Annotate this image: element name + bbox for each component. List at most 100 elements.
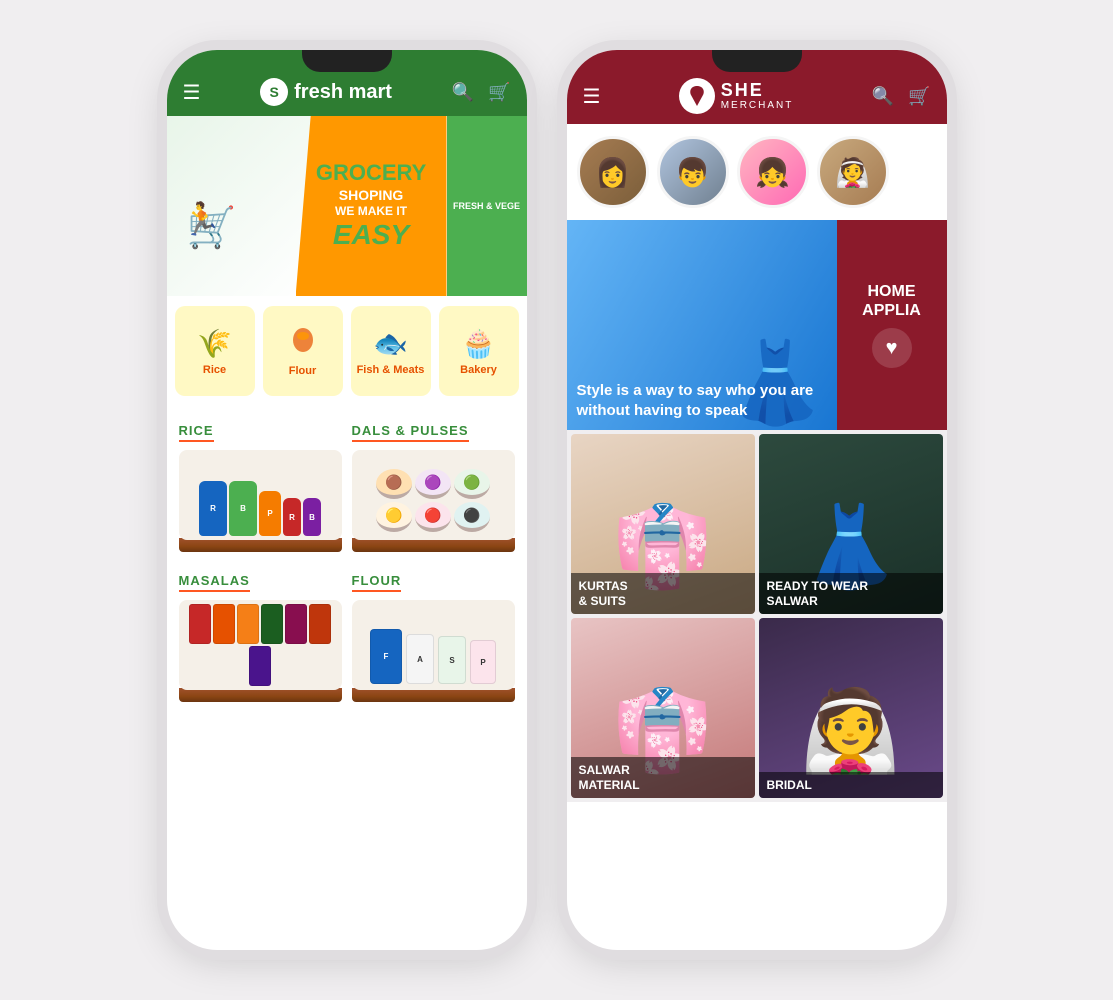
banner-side-text: FRESH & VEGE <box>453 201 520 211</box>
bag-3: P <box>259 491 281 536</box>
category-rice-label: Rice <box>203 364 226 376</box>
masalas-product-img[interactable] <box>179 600 342 690</box>
salwar-label: READY TO WEARSALWAR <box>759 573 943 614</box>
freshmart-body: GROCERY SHOPING WE MAKE IT EASY FRESH & … <box>167 116 527 950</box>
cart-icon[interactable]: 🛒 <box>488 82 510 103</box>
grid-item-kurtas[interactable]: 👘 KURTAS& SUITS <box>571 434 755 614</box>
flour-4: P <box>470 640 496 684</box>
category-bakery[interactable]: 🧁 Bakery <box>439 306 519 396</box>
category-fish-meats[interactable]: 🐟 Fish & Meats <box>351 306 431 396</box>
shemerchant-body: 👩 👦 👧 👰 👗 Style is a way to say who you … <box>567 124 947 950</box>
masala-1 <box>189 604 211 644</box>
fish-icon: 🐟 <box>373 327 408 360</box>
sm-cart-icon[interactable]: 🛒 <box>908 86 930 107</box>
sm-logo-text: SHE MERCHANT <box>721 81 794 112</box>
sm-logo-small: ♥ <box>872 328 912 368</box>
flour-icon <box>289 326 317 361</box>
masalas-title: MASALAS <box>179 573 250 592</box>
masala-7 <box>249 646 271 686</box>
rice-col: RICE R B P R B <box>179 422 342 552</box>
sm-search-icon[interactable]: 🔍 <box>872 86 894 107</box>
rice-bags: R B P R B <box>195 477 325 540</box>
banner-line1: GROCERY <box>316 160 426 186</box>
sm-logo-icon <box>679 78 715 114</box>
phone-notch <box>302 50 392 72</box>
sm-menu-icon[interactable]: ☰ <box>583 84 601 109</box>
banner-left <box>167 146 296 266</box>
sm-header-icons: 🔍 🛒 <box>872 86 931 107</box>
dal-2: 🟣 <box>415 469 451 499</box>
category-flour-label: Flour <box>289 365 317 377</box>
shelf-3 <box>179 688 342 702</box>
menu-icon[interactable]: ☰ <box>183 80 201 105</box>
sm-banner-side: HOME APPLIA ♥ <box>837 220 947 430</box>
masalas-col: MASALAS <box>179 572 342 702</box>
banner-center: GROCERY SHOPING WE MAKE IT EASY <box>296 116 447 296</box>
sm-banner-side-text: HOME APPLIA <box>847 282 937 320</box>
dal-5: 🔴 <box>415 502 451 532</box>
rice-dals-row: RICE R B P R B DALS & PULSES <box>179 422 515 552</box>
flour-product-img[interactable]: F A S P <box>352 600 515 690</box>
category-bakery-label: Bakery <box>460 364 497 376</box>
flour-1: F <box>370 629 402 684</box>
category-row: 🌾 Rice Flour 🐟 Fish & Meats 🧁 Bakery <box>167 296 527 406</box>
flour-bags: F A S P <box>364 623 502 690</box>
avatar-4[interactable]: 👰 <box>817 136 889 208</box>
sm-banner-quote: Style is a way to say who you are withou… <box>577 381 827 420</box>
shelf-1 <box>179 538 342 552</box>
logo-icon: S <box>260 78 288 106</box>
cart-person-figure <box>177 156 257 256</box>
flour-3: S <box>438 636 466 684</box>
avatar-1[interactable]: 👩 <box>577 136 649 208</box>
banner-text: GROCERY SHOPING WE MAKE IT EASY <box>316 160 426 251</box>
avatar-3[interactable]: 👧 <box>737 136 809 208</box>
kurtas-label: KURTAS& SUITS <box>571 573 755 614</box>
dal-4: 🟡 <box>376 502 412 532</box>
product-grid: 👘 KURTAS& SUITS 👗 READY TO WEARSALWAR 👘 … <box>567 430 947 802</box>
sm-she-text: SHE <box>721 81 794 101</box>
shemerchant-banners: 👗 Style is a way to say who you are with… <box>567 220 947 430</box>
bag-2: B <box>229 481 257 536</box>
freshmart-logo: S fresh mart <box>260 78 392 106</box>
masala-5 <box>285 604 307 644</box>
rice-product-img[interactable]: R B P R B <box>179 450 342 540</box>
masala-2 <box>213 604 235 644</box>
material-label: SALWARMATERIAL <box>571 757 755 798</box>
shemerchant-logo: SHE MERCHANT <box>679 78 794 114</box>
bakery-icon: 🧁 <box>461 327 496 360</box>
banner-right: FRESH & VEGE <box>447 116 527 296</box>
sm-merchant-text: MERCHANT <box>721 100 794 111</box>
category-flour[interactable]: Flour <box>263 306 343 396</box>
search-icon[interactable]: 🔍 <box>452 82 474 103</box>
masalas-flour-row: MASALAS <box>179 572 515 702</box>
grid-item-material[interactable]: 👘 SALWARMATERIAL <box>571 618 755 798</box>
sm-banner-main: 👗 Style is a way to say who you are with… <box>567 220 837 430</box>
masala-3 <box>237 604 259 644</box>
avatar-row: 👩 👦 👧 👰 <box>567 124 947 220</box>
masalas-flour-section: MASALAS <box>167 562 527 714</box>
logo-text: fresh mart <box>294 81 392 104</box>
category-fish-label: Fish & Meats <box>357 364 425 376</box>
masala-6 <box>309 604 331 644</box>
avatar-2[interactable]: 👦 <box>657 136 729 208</box>
dal-1: 🟤 <box>376 469 412 499</box>
rice-title: RICE <box>179 423 214 442</box>
dals-col: DALS & PULSES 🟤 🟣 🟢 🟡 🔴 ⚫ <box>352 422 515 552</box>
shelf-4 <box>352 688 515 702</box>
dals-product-img[interactable]: 🟤 🟣 🟢 🟡 🔴 ⚫ <box>352 450 515 540</box>
grid-item-salwar[interactable]: 👗 READY TO WEARSALWAR <box>759 434 943 614</box>
banner-easy: EASY <box>316 218 426 252</box>
rice-dals-section: RICE R B P R B DALS & PULSES <box>167 412 527 552</box>
dal-3: 🟢 <box>454 469 490 499</box>
banner-line2: SHOPING <box>316 187 426 204</box>
bridal-label: BRIDAL <box>759 772 943 798</box>
grid-item-bridal[interactable]: 👰 BRIDAL <box>759 618 943 798</box>
bag-5: B <box>303 498 321 536</box>
flour-col: FLOUR F A S P <box>352 572 515 702</box>
shemerchant-phone: ☰ SHE MERCHANT 🔍 🛒 👩 👦 👧 👰 <box>567 50 947 950</box>
freshmart-banner: GROCERY SHOPING WE MAKE IT EASY FRESH & … <box>167 116 527 296</box>
masala-4 <box>261 604 283 644</box>
dal-6: ⚫ <box>454 502 490 532</box>
category-rice[interactable]: 🌾 Rice <box>175 306 255 396</box>
bag-4: R <box>283 498 301 536</box>
